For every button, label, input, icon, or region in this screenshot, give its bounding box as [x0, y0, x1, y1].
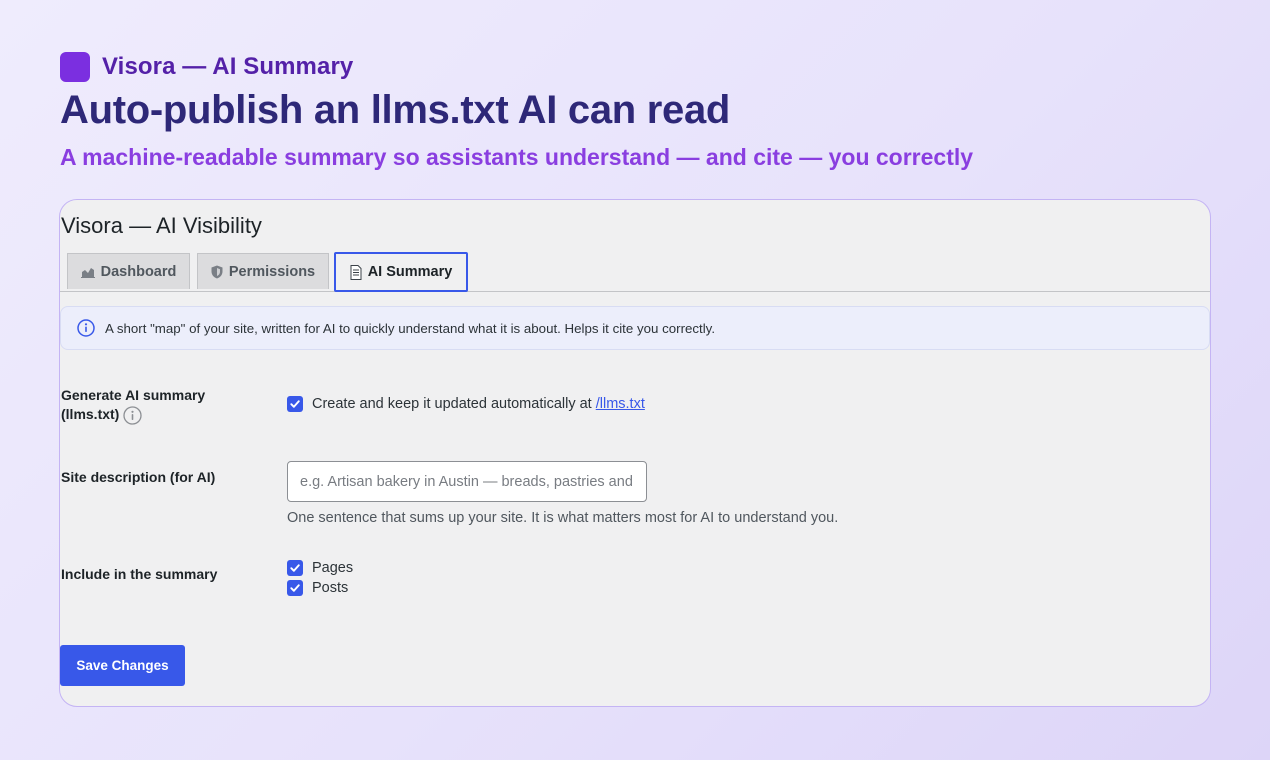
site-description-help: One sentence that sums up your site. It …	[287, 510, 839, 526]
posts-label: Posts	[312, 580, 349, 596]
panel-title: Visora — AI Visibility	[61, 213, 262, 238]
notice-text: A short "map" of your site, written for …	[105, 320, 716, 336]
brand-logo	[60, 52, 90, 82]
generate-summary-option: Create and keep it updated automatically…	[287, 396, 645, 412]
generate-summary-text: Create and keep it updated automatically…	[312, 396, 592, 412]
page-subheadline: A machine-readable summary so assistants…	[60, 144, 974, 170]
document-icon	[350, 264, 362, 280]
include-label: Include in the summary	[61, 566, 218, 582]
tab-bar: Dashboard Permissions AI Summary	[60, 252, 1210, 292]
generate-summary-checkbox[interactable]	[287, 396, 303, 412]
generate-label-line2: (llms.txt)	[61, 406, 120, 422]
include-pages-option: Pages	[287, 560, 353, 576]
tab-ai-summary[interactable]: AI Summary	[334, 252, 468, 292]
pages-checkbox[interactable]	[287, 560, 303, 576]
tab-dashboard[interactable]: Dashboard	[67, 253, 190, 289]
info-notice: A short "map" of your site, written for …	[60, 306, 1210, 350]
include-posts-option: Posts	[287, 580, 348, 596]
llms-txt-link[interactable]: /llms.txt	[596, 396, 645, 412]
brand-name: Visora — AI Summary	[102, 53, 354, 80]
tab-ai-summary-label: AI Summary	[367, 264, 453, 280]
site-description-label: Site description (for AI)	[61, 469, 216, 485]
page-headline: Auto-publish an llms.txt AI can read	[60, 88, 731, 132]
shield-icon	[211, 265, 223, 279]
generate-label-line1: Generate AI summary	[61, 387, 206, 403]
posts-checkbox[interactable]	[287, 580, 303, 596]
tab-permissions-label: Permissions	[228, 263, 316, 280]
save-changes-button[interactable]: Save Changes	[60, 645, 185, 686]
chart-icon	[80, 265, 95, 278]
info-icon	[77, 319, 95, 337]
help-info-icon[interactable]	[123, 406, 142, 425]
generate-summary-label: Generate AI summary (llms.txt)	[61, 386, 205, 425]
brand: Visora — AI Summary	[60, 52, 353, 82]
settings-panel: Visora — AI Visibility Dashboard Permiss…	[59, 199, 1211, 707]
tab-permissions[interactable]: Permissions	[197, 253, 329, 289]
pages-label: Pages	[312, 560, 354, 576]
site-description-input[interactable]	[287, 461, 647, 502]
tab-dashboard-label: Dashboard	[100, 263, 177, 280]
